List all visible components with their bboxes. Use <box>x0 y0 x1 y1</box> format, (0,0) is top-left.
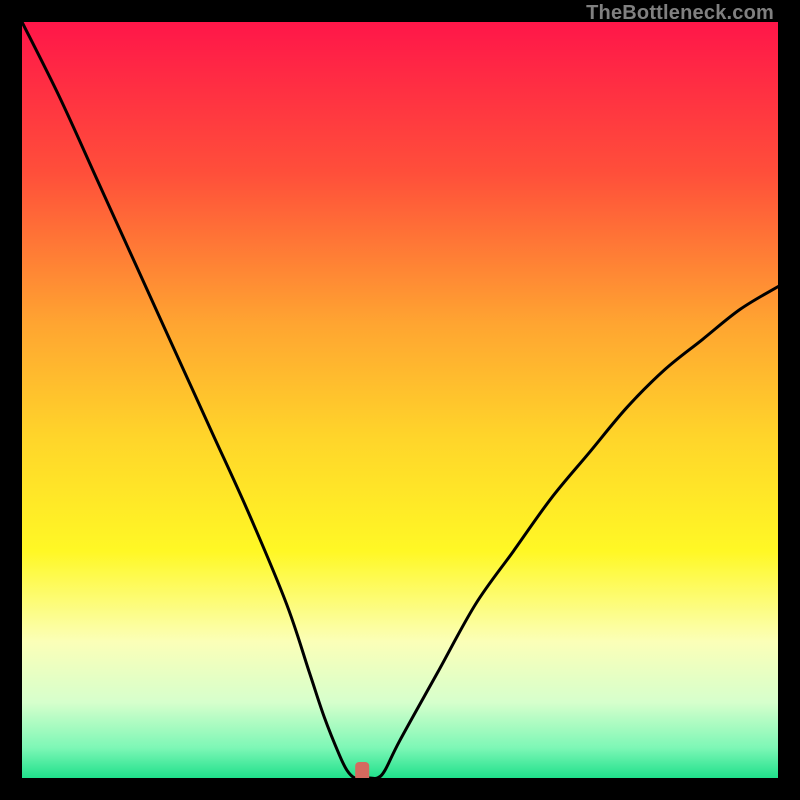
watermark-text: TheBottleneck.com <box>586 2 774 25</box>
gradient-background <box>22 22 778 778</box>
chart-frame <box>22 22 778 778</box>
chart-svg <box>22 22 778 778</box>
optimal-point-marker <box>355 762 369 778</box>
